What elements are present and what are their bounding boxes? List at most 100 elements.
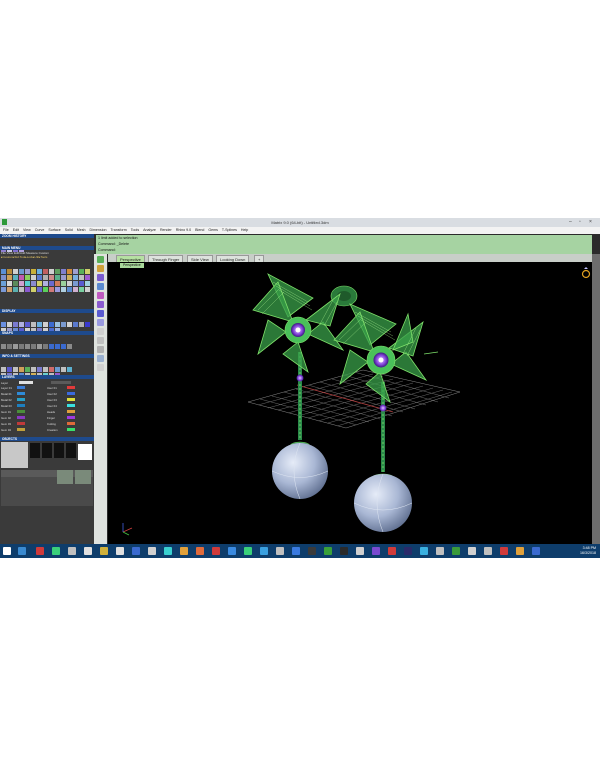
taskbar-app-icon-26[interactable]: [420, 547, 428, 555]
taskbar-app-icon-27[interactable]: [436, 547, 444, 555]
layer-color-swatch[interactable]: [17, 386, 25, 389]
repair-tool-icon[interactable]: [49, 287, 54, 292]
layer-color-swatch-right[interactable]: [67, 392, 75, 395]
taskbar-app-icon-7[interactable]: [116, 547, 124, 555]
layer-row[interactable]: Gem 04 Creation: [1, 428, 93, 432]
menu-item-analyze[interactable]: Analyze: [143, 228, 156, 232]
info-settings-header[interactable]: INFO & SETTINGS: [0, 354, 94, 358]
ellipse-tool-icon[interactable]: [97, 310, 104, 317]
viewport-label[interactable]: Perspective: [120, 263, 144, 268]
tab-add-viewport[interactable]: +: [254, 255, 265, 262]
layer-row[interactable]: Metal 02 User 03: [1, 398, 93, 402]
snap-knot-icon[interactable]: [55, 344, 60, 349]
cylinder-tool-icon[interactable]: [97, 346, 104, 353]
box-tool-icon[interactable]: [97, 337, 104, 344]
skype-icon[interactable]: [260, 547, 268, 555]
tab-looking-down[interactable]: Looking Down: [216, 255, 250, 262]
taskbar-app-icon-17[interactable]: [276, 547, 284, 555]
taskbar-app-icon-10[interactable]: [164, 547, 172, 555]
main-menu-header[interactable]: MAIN MENU: [0, 246, 94, 250]
layer-row[interactable]: Gem 02 Finger: [1, 416, 93, 420]
ring-gizmo-icon[interactable]: [581, 267, 591, 279]
taskbar-app-icon-1[interactable]: [18, 547, 26, 555]
taskbar-app-icon-31[interactable]: [500, 547, 508, 555]
command-area[interactable]: 1 limit added to selection Command: _Del…: [96, 235, 592, 254]
snap-int-icon[interactable]: [31, 344, 36, 349]
menu-item-rhino[interactable]: Rhino 9.0: [176, 228, 191, 232]
layer-color-swatch-right[interactable]: [67, 410, 75, 413]
layer-filter-field[interactable]: [51, 381, 71, 384]
camera-tool-icon[interactable]: [19, 287, 24, 292]
taskbar-app-icon-30[interactable]: [484, 547, 492, 555]
object-thumbnail-3[interactable]: [54, 443, 64, 458]
matrix-app-icon[interactable]: [452, 547, 460, 555]
layer-color-swatch[interactable]: [17, 410, 25, 413]
script-tool-icon[interactable]: [73, 287, 78, 292]
taskbar-app-icon-5[interactable]: [84, 547, 92, 555]
layer-color-swatch-right[interactable]: [67, 422, 75, 425]
layer-color-swatch[interactable]: [17, 404, 25, 407]
print-tool-icon[interactable]: [61, 287, 66, 292]
layer-color-swatch[interactable]: [17, 422, 25, 425]
menu-item-gems[interactable]: Gems: [208, 228, 218, 232]
material-tool-icon[interactable]: [7, 287, 12, 292]
point-tool-icon[interactable]: [97, 265, 104, 272]
settings-tool-icon[interactable]: [85, 287, 90, 292]
layout-tool-icon[interactable]: [67, 287, 72, 292]
menu-item-mesh[interactable]: Mesh: [77, 228, 86, 232]
chrome-icon[interactable]: [244, 547, 252, 555]
taskbar-app-icon-4[interactable]: [68, 547, 76, 555]
taskbar-app-icon-24[interactable]: [388, 547, 396, 555]
menu-item-dimension[interactable]: Dimension: [90, 228, 107, 232]
menu-item-view[interactable]: View: [23, 228, 31, 232]
taskbar-app-icon-19[interactable]: [308, 547, 316, 555]
snap-quad-icon[interactable]: [49, 344, 54, 349]
taskbar-app-icon-29[interactable]: [468, 547, 476, 555]
tab-perspective[interactable]: Perspective: [116, 255, 145, 262]
layer-color-swatch-right[interactable]: [67, 398, 75, 401]
tab-side-view[interactable]: Side View: [187, 255, 213, 262]
export-tool-icon[interactable]: [55, 287, 60, 292]
system-clock[interactable]: 3:48 PM 16/3/2018: [580, 546, 596, 556]
start-button-icon[interactable]: [3, 547, 11, 555]
minimize-icon[interactable]: –: [569, 219, 572, 225]
menu-item-transform[interactable]: Transform: [111, 228, 127, 232]
taskbar-app-icon-9[interactable]: [148, 547, 156, 555]
taskbar-app-icon-3[interactable]: [52, 547, 60, 555]
render-tool-icon[interactable]: [1, 287, 6, 292]
select-tool-icon[interactable]: [97, 256, 104, 263]
layer-color-swatch[interactable]: [17, 428, 25, 431]
taskbar-app-icon-23[interactable]: [372, 547, 380, 555]
snap-project-icon[interactable]: [67, 344, 72, 349]
taskbar-app-icon-8[interactable]: [132, 547, 140, 555]
menu-item-help[interactable]: Help: [241, 228, 248, 232]
property-swatch-1[interactable]: [57, 470, 73, 484]
menu-item-tools[interactable]: Tools: [131, 228, 139, 232]
object-thumbnail-1[interactable]: [30, 443, 40, 458]
object-thumbnail-2[interactable]: [42, 443, 52, 458]
menu-item-solid[interactable]: Solid: [65, 228, 73, 232]
layer-color-swatch[interactable]: [17, 398, 25, 401]
menu-item-blend[interactable]: Blend: [195, 228, 204, 232]
snap-point-icon[interactable]: [13, 344, 18, 349]
snap-end-icon[interactable]: [1, 344, 6, 349]
check-tool-icon[interactable]: [43, 287, 48, 292]
perspective-viewport[interactable]: [108, 262, 592, 544]
maximize-icon[interactable]: ▫: [579, 219, 581, 225]
layer-color-swatch-right[interactable]: [67, 404, 75, 407]
snap-tan-icon[interactable]: [43, 344, 48, 349]
taskbar-app-icon-21[interactable]: [340, 547, 348, 555]
taskbar-app-icon-20[interactable]: [324, 547, 332, 555]
layer-row[interactable]: Metal 03 User 04: [1, 404, 93, 408]
taskbar-app-icon-22[interactable]: [356, 547, 364, 555]
curve-draw-icon[interactable]: [97, 283, 104, 290]
layer-row[interactable]: Gem 03 Cutting: [1, 422, 93, 426]
snap-perp-icon[interactable]: [37, 344, 42, 349]
layer-color-swatch-right[interactable]: [67, 386, 75, 389]
object-name-list[interactable]: [1, 442, 28, 468]
edge-icon[interactable]: [228, 547, 236, 555]
property-swatch-2[interactable]: [75, 470, 91, 484]
layer-row[interactable]: Gem 01 Heads: [1, 410, 93, 414]
command-prompt[interactable]: Command:: [98, 248, 116, 252]
premiere-icon[interactable]: [404, 547, 412, 555]
